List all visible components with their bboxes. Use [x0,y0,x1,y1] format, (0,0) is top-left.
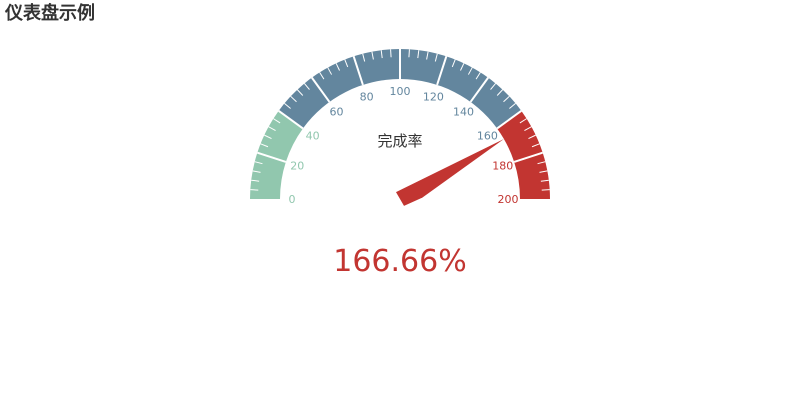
gauge-chart: 0 20 40 60 80 100 120 140160 180 200 完成率 166.66% [250,49,550,279]
gauge-tick-label: 140 [453,106,474,119]
gauge-tick-label: 160 [477,130,498,143]
gauge-band-2 [497,110,550,199]
gauge-tick-label: 180 [492,160,513,173]
gauge-tick-label: 0 [289,193,296,206]
gauge-tick-label: 120 [423,90,444,103]
gauge-tick-label: 80 [360,90,374,103]
gauge-minor-tick [390,49,392,58]
gauge-tick-label: 40 [306,130,320,143]
gauge-value: 166.66% [333,244,466,279]
gauge-minor-tick [408,49,410,58]
gauge-band-0 [250,110,303,199]
gauge-tick-label: 20 [290,160,304,173]
gauge-tick-label: 200 [498,193,519,206]
gauge-tick-label: 60 [330,106,344,119]
gauge-tick-label: 100 [390,85,411,98]
gauge-label: 完成率 [377,132,422,150]
gauge-minor-tick [541,189,550,191]
gauge-minor-tick [250,189,259,191]
